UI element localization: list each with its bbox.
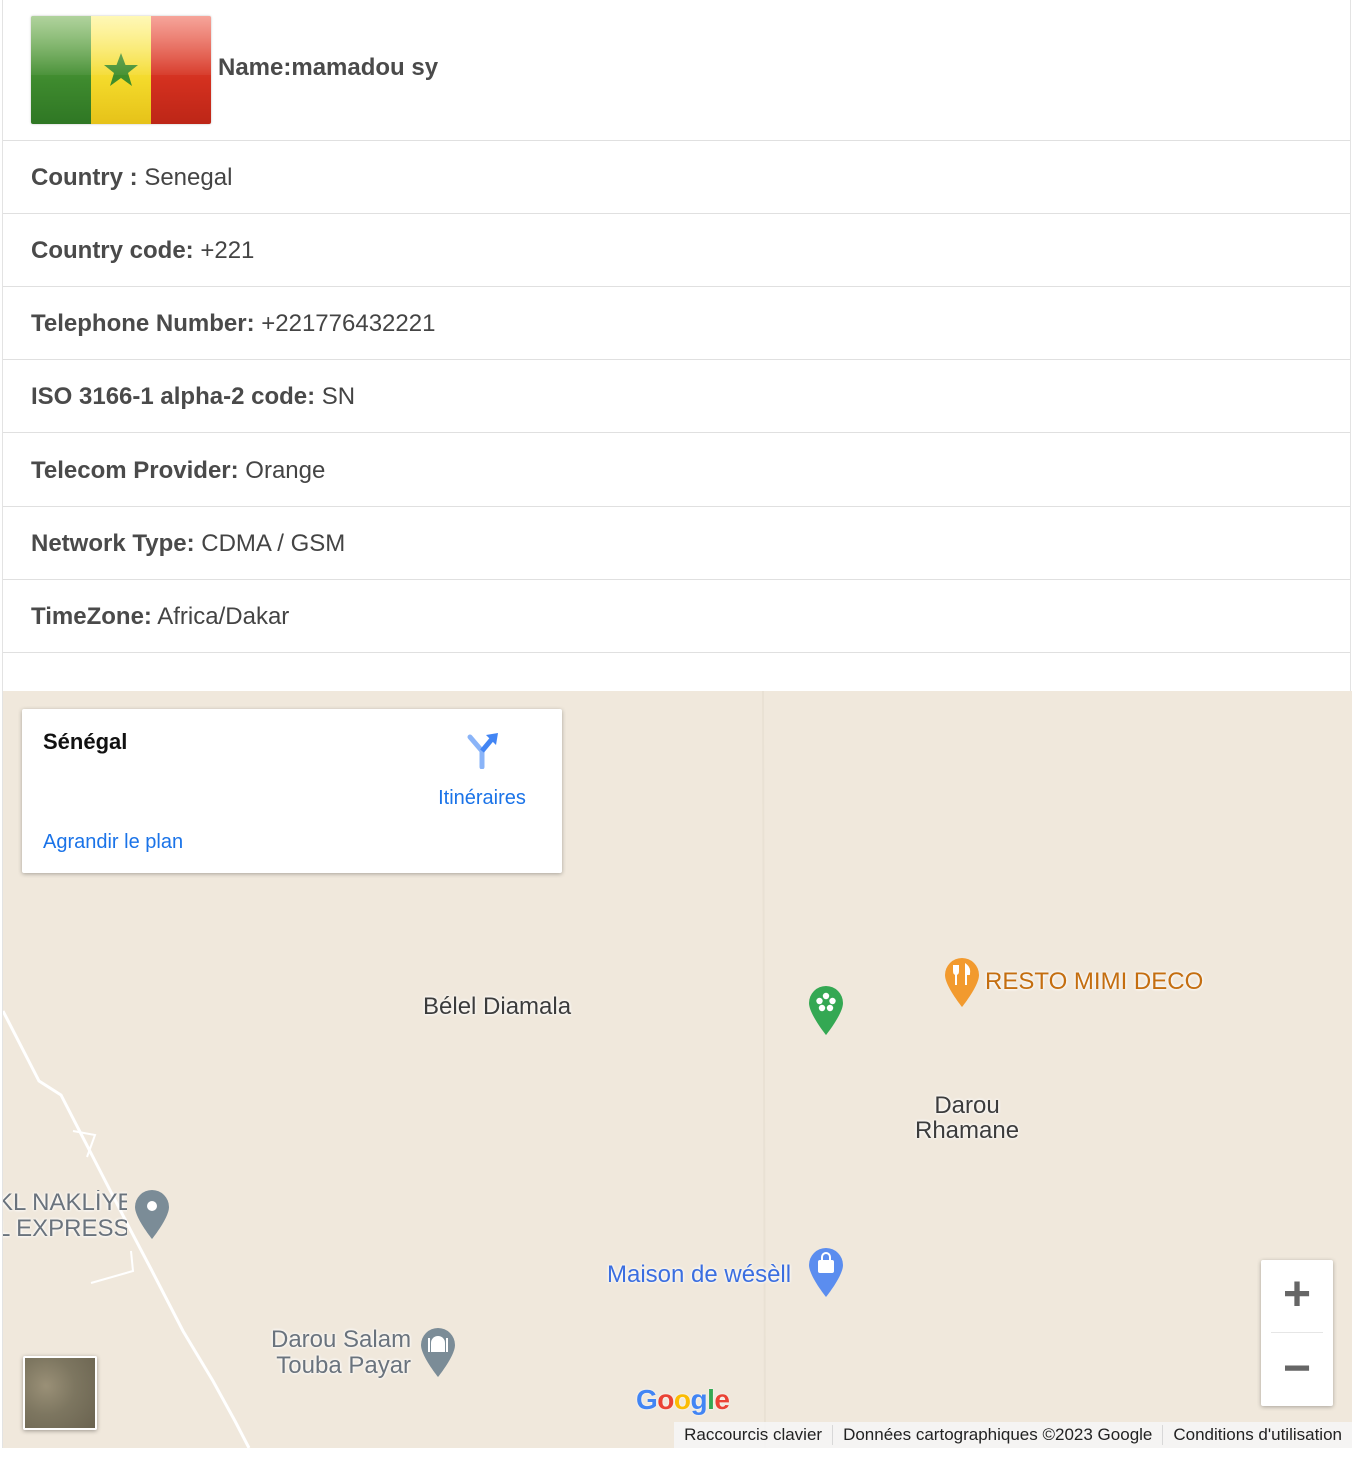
telephone-row: Telephone Number: +221776432221 (3, 287, 1350, 360)
darou-salam-line-1: Darou Salam (271, 1326, 412, 1353)
directions-button[interactable]: Itinéraires (422, 729, 542, 809)
telephone-value: +221776432221 (254, 310, 436, 337)
iso-code-value: SN (315, 383, 356, 410)
google-logo-o2: o (673, 1384, 691, 1415)
nakliye-line-2: L EXPRESS (3, 1215, 127, 1242)
country-code-label: Country code: (31, 237, 194, 264)
contact-card: Name:mamadou sy Country : Senegal Countr… (2, 0, 1352, 1448)
google-logo-e: e (714, 1384, 730, 1415)
country-row: Country : Senegal (3, 141, 1350, 214)
restaurant-pin-icon[interactable] (943, 956, 981, 1008)
map-label-darou-salam[interactable]: Darou Salam Touba Payar (271, 1327, 411, 1379)
map-data-attribution[interactable]: Données cartographiques ©2023 Google (832, 1425, 1162, 1445)
map-attribution-bar: Raccourcis clavier Données cartographiqu… (674, 1422, 1352, 1448)
telephone-label: Telephone Number: (31, 310, 255, 337)
satellite-view-toggle[interactable] (23, 1356, 97, 1430)
zoom-out-button[interactable]: − (1261, 1334, 1333, 1406)
enlarge-map-link[interactable]: Agrandir le plan (43, 831, 183, 854)
zoom-divider (1271, 1332, 1323, 1333)
google-logo-g2: g (690, 1384, 708, 1415)
map-label-darou-rhamane[interactable]: Darou Rhamane (915, 1093, 1019, 1143)
directions-icon (467, 733, 498, 769)
senegal-flag-icon (31, 16, 211, 124)
telecom-provider-row: Telecom Provider: Orange (3, 434, 1350, 507)
mosque-pin-icon[interactable] (419, 1326, 457, 1378)
profile-header: Name:mamadou sy (3, 0, 1350, 141)
zoom-in-button[interactable]: + (1261, 1260, 1333, 1332)
google-logo-o1: o (657, 1384, 674, 1415)
place-info-card: Sénégal Itinéraires Agrandir le plan (22, 709, 562, 873)
timezone-row: TimeZone: Africa/Dakar (3, 580, 1350, 653)
zoom-controls: + − (1261, 1260, 1333, 1406)
iso-code-label: ISO 3166-1 alpha-2 code: (31, 383, 316, 410)
park-pin-icon[interactable] (807, 984, 845, 1036)
map-label-resto-mimi-deco[interactable]: RESTO MIMI DECO (985, 968, 1203, 996)
network-type-label: Network Type: (31, 530, 195, 557)
map-label-maison-de-wesell[interactable]: Maison de wésèll (607, 1261, 791, 1289)
google-logo: Google (636, 1384, 730, 1416)
country-code-value: +221 (193, 237, 255, 264)
map-label-belel-diamala[interactable]: Bélel Diamala (423, 993, 571, 1021)
darou-rhamane-line-2: Rhamane (915, 1117, 1020, 1144)
terms-of-use-link[interactable]: Conditions d'utilisation (1162, 1425, 1352, 1445)
shopping-pin-icon[interactable] (807, 1246, 845, 1298)
timezone-label: TimeZone: (31, 603, 152, 630)
country-code-row: Country code: +221 (3, 214, 1350, 287)
telecom-provider-label: Telecom Provider: (31, 457, 239, 484)
profile-name: Name:mamadou sy (218, 54, 439, 81)
nakliye-line-1: KL NAKLİYE (3, 1190, 127, 1216)
network-type-value: CDMA / GSM (194, 530, 346, 557)
country-label: Country : (31, 164, 138, 191)
telecom-provider-value: Orange (238, 457, 326, 484)
directions-label: Itinéraires (438, 787, 526, 809)
location-pin-icon[interactable] (133, 1188, 171, 1240)
keyboard-shortcuts-link[interactable]: Raccourcis clavier (674, 1425, 832, 1445)
place-name: Sénégal (43, 729, 128, 754)
map-embed[interactable]: Sénégal Itinéraires Agrandir le plan Bél… (3, 691, 1352, 1448)
timezone-value: Africa/Dakar (151, 603, 290, 630)
darou-rhamane-line-1: Darou (934, 1092, 1000, 1119)
spacer-row (3, 653, 1350, 691)
network-type-row: Network Type: CDMA / GSM (3, 507, 1350, 580)
darou-salam-line-2: Touba Payar (276, 1352, 412, 1379)
iso-code-row: ISO 3166-1 alpha-2 code: SN (3, 360, 1350, 433)
country-value: Senegal (137, 164, 233, 191)
map-label-nakliye-express[interactable]: KL NAKLİYE L EXPRESS (3, 1190, 127, 1242)
google-logo-g: G (636, 1384, 658, 1415)
